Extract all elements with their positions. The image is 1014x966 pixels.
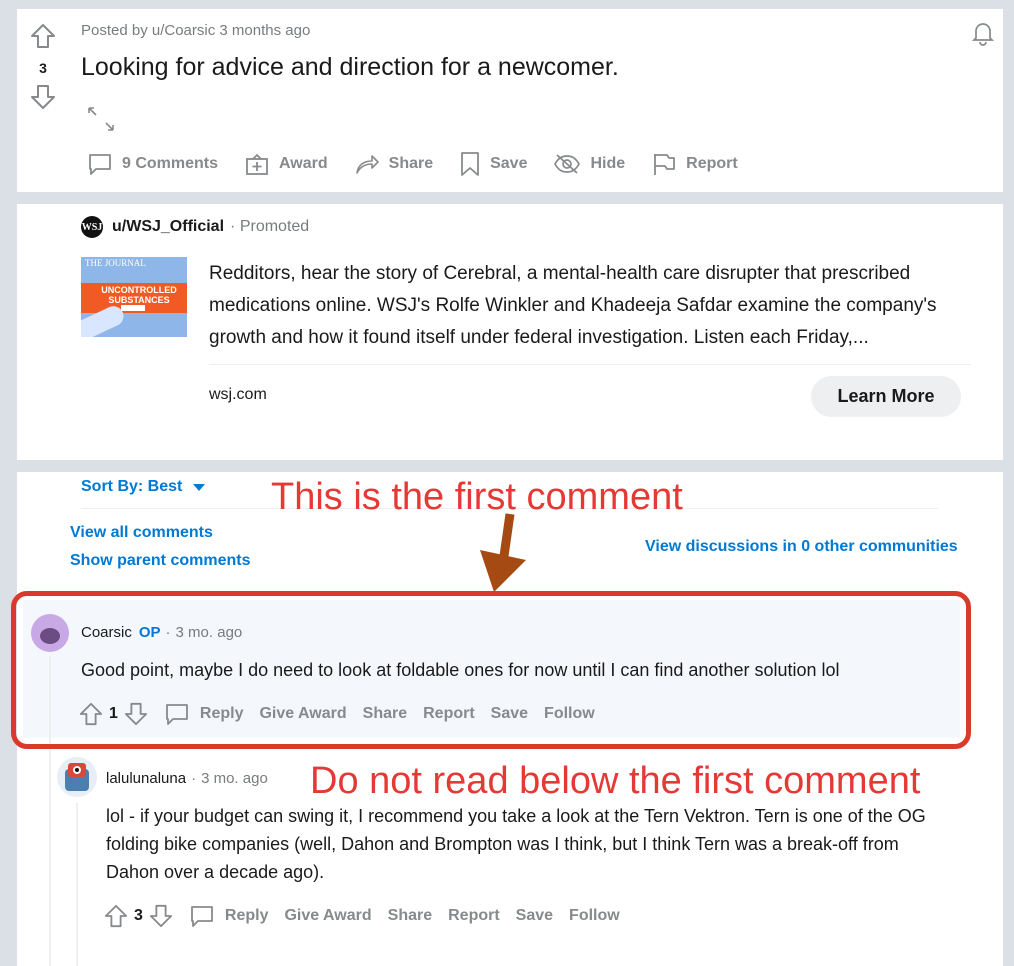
comment-vote-count: 3 (134, 907, 143, 924)
comments-button[interactable]: 9 Comments (87, 151, 218, 177)
report-label: Report (686, 155, 738, 172)
thumb-band-text: UNCONTROLLED SUBSTANCES (101, 285, 177, 305)
sort-dropdown[interactable]: Sort By: Best (81, 478, 206, 496)
highlight-frame (11, 591, 971, 749)
post-meta: Posted by u/Coarsic 3 months ago (81, 22, 311, 39)
share-button[interactable]: Share (354, 151, 433, 177)
post-vote-box: 3 (30, 23, 56, 115)
share-label: Share (388, 155, 434, 172)
show-parent-comments-link[interactable]: Show parent comments (70, 552, 250, 570)
promo-text: Redditors, hear the story of Cerebral, a… (209, 263, 937, 348)
thread-line[interactable] (76, 803, 78, 966)
give-award-button[interactable]: Give Award (284, 907, 371, 925)
downvote-icon[interactable] (30, 84, 56, 115)
comment-icon (89, 154, 111, 175)
award-label: Award (279, 155, 328, 172)
upvote-icon (104, 904, 128, 928)
promoted-tag: · Promoted (230, 218, 310, 235)
hide-label: Hide (590, 155, 626, 172)
hide-icon (554, 154, 581, 174)
comment-time[interactable]: 3 mo. ago (201, 770, 268, 787)
wsj-logo: WSJ (81, 216, 103, 238)
post-card: 3 Posted by u/Coarsic 3 months ago Looki… (17, 9, 1003, 192)
share-button[interactable]: Share (388, 907, 432, 925)
view-discussions-link[interactable]: View discussions in 0 other communities (645, 538, 958, 556)
save-button[interactable]: Save (516, 907, 553, 925)
promo-domain[interactable]: wsj.com (209, 386, 267, 404)
flag-icon (654, 154, 676, 175)
comment-header: lalulunaluna · 3 mo. ago (106, 770, 268, 787)
report-button[interactable]: Report (651, 151, 738, 177)
expand-icon[interactable] (87, 106, 115, 137)
post-vote-count: 3 (39, 60, 47, 76)
avatar[interactable] (57, 757, 97, 797)
promo-divider (209, 364, 971, 365)
gift-icon (246, 153, 268, 175)
view-all-comments-link[interactable]: View all comments (70, 524, 213, 542)
comment-body: lol - if your budget can swing it, I rec… (106, 806, 926, 882)
comment-icon (191, 906, 213, 927)
bookmark-icon (461, 152, 480, 176)
caret-down-icon (193, 484, 206, 491)
save-label: Save (490, 155, 528, 172)
follow-button[interactable]: Follow (569, 907, 620, 925)
promo-header: WSJ u/WSJ_Official · Promoted (81, 216, 309, 238)
post-title[interactable]: Looking for advice and direction for a n… (81, 53, 619, 82)
learn-more-button[interactable]: Learn More (811, 376, 961, 417)
report-button[interactable]: Report (448, 907, 500, 925)
promo-user[interactable]: u/WSJ_Official (112, 218, 224, 236)
share-icon (355, 155, 379, 174)
promo-thumbnail[interactable]: THE JOURNAL UNCONTROLLED SUBSTANCES (81, 257, 187, 337)
comments-label: 9 Comments (122, 155, 219, 172)
post-actions: 9 Comments Award Share Save Hide Report (87, 151, 738, 177)
comment-actions: 3 Reply Give Award Share Report Save Fol… (104, 903, 620, 929)
sort-label: Sort By: Best (81, 478, 183, 495)
hide-button[interactable]: Hide (553, 152, 625, 176)
award-button[interactable]: Award (244, 151, 328, 177)
downvote-icon (149, 904, 172, 928)
reply-button[interactable]: Reply (189, 903, 268, 929)
save-button[interactable]: Save (459, 151, 527, 177)
annotation-arrow (480, 513, 526, 592)
comment-author[interactable]: lalulunaluna (106, 770, 186, 787)
upvote-icon[interactable] (30, 23, 56, 54)
promoted-card: WSJ u/WSJ_Official · Promoted THE JOURNA… (17, 204, 1003, 460)
annotation-do-not-read: Do not read below the first comment (310, 760, 921, 802)
bell-icon[interactable] (969, 19, 997, 52)
thumb-title: THE JOURNAL (85, 258, 146, 268)
